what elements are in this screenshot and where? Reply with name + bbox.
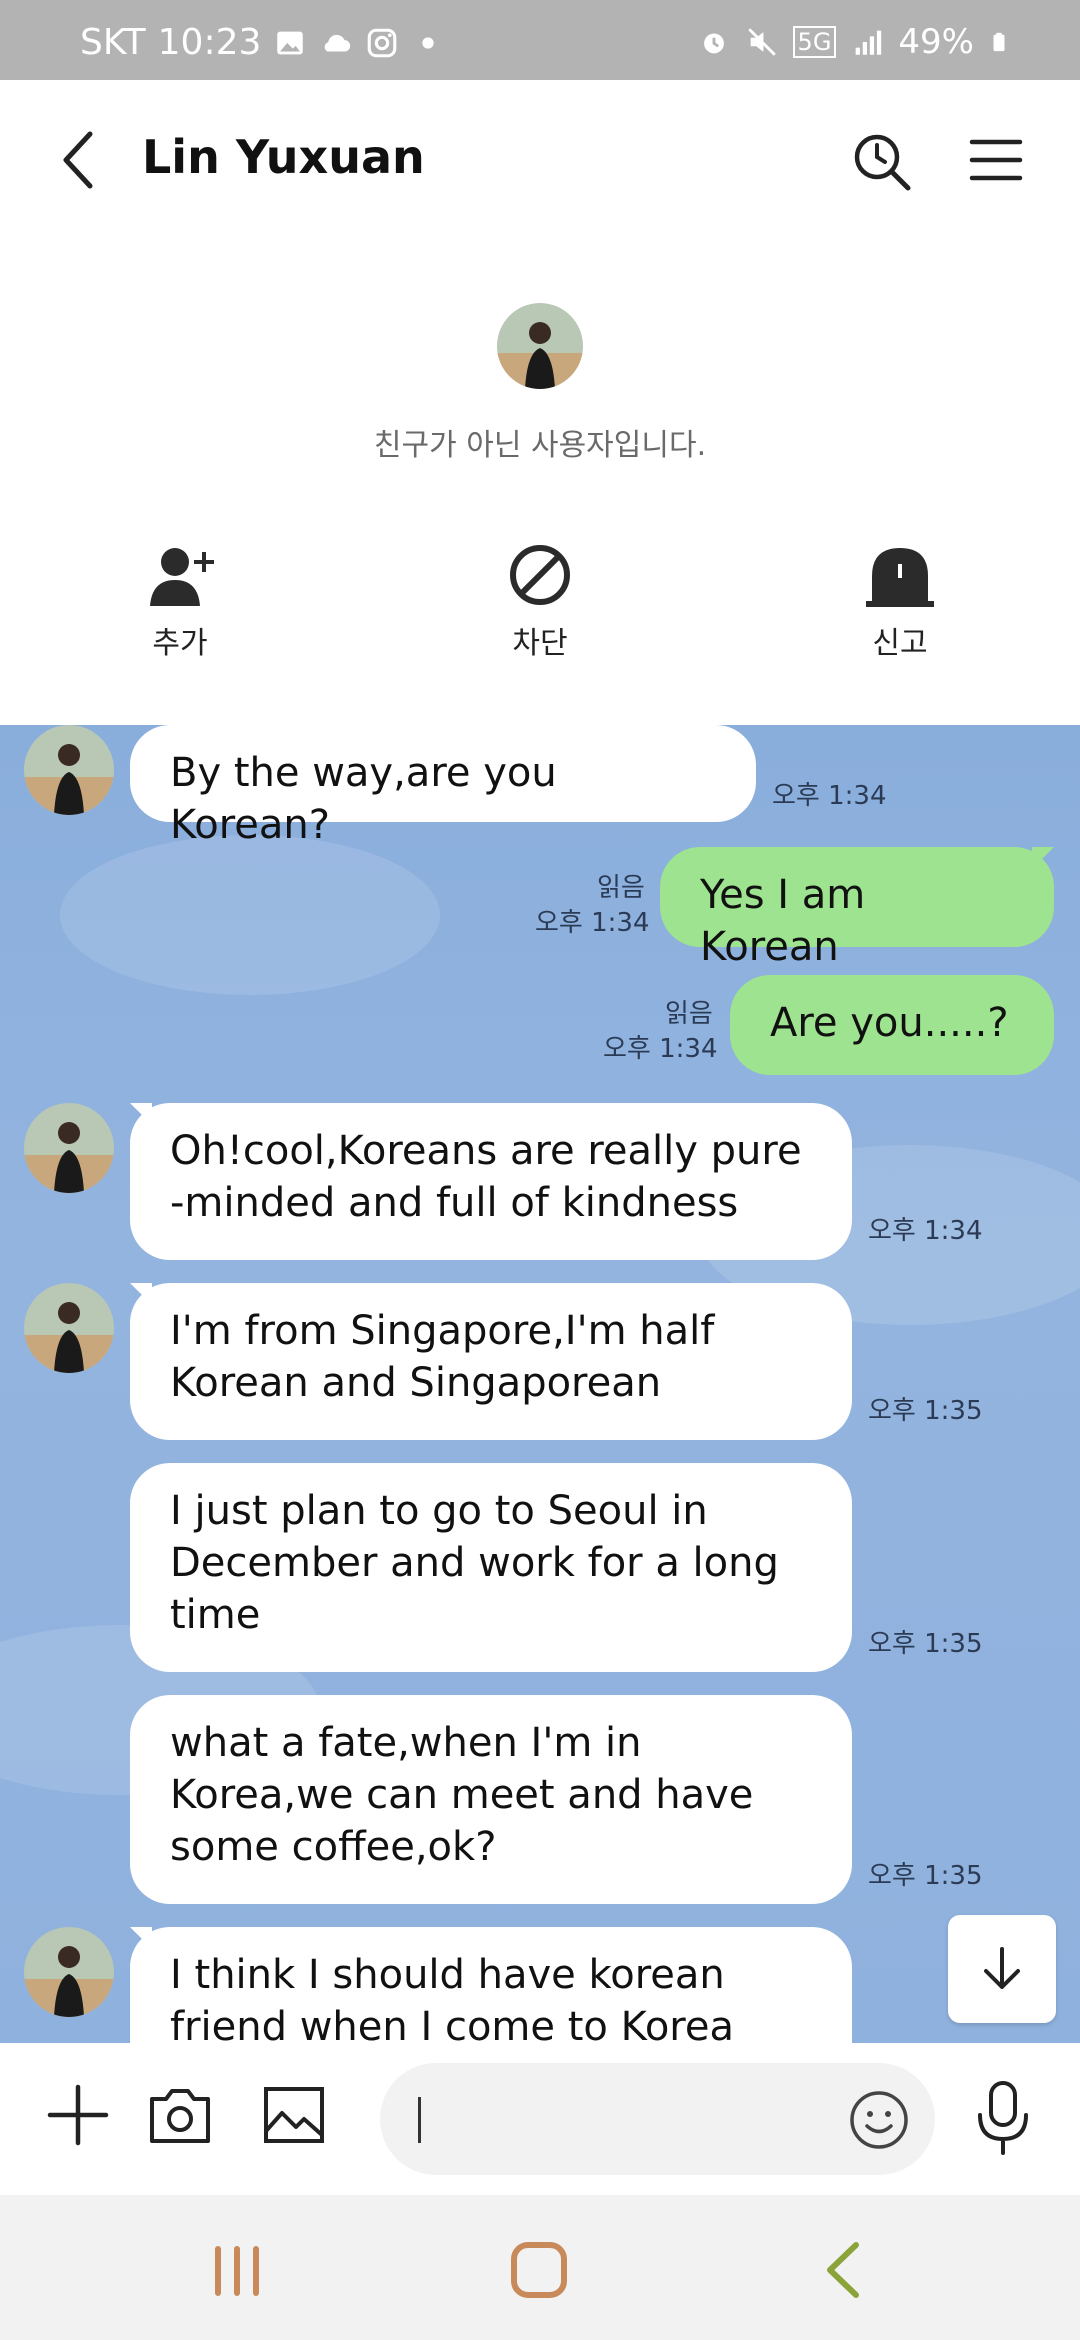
sender-avatar[interactable] <box>24 1927 114 2017</box>
message-time: 오후 1:35 <box>868 1396 983 1426</box>
profile-avatar[interactable] <box>497 303 583 389</box>
profile-section: 친구가 아닌 사용자입니다. 추가 차단 신고 <box>0 250 1080 725</box>
block-icon <box>510 545 570 605</box>
status-bar: SKT 10:23 5G 49% <box>0 0 1080 80</box>
message-time: 오후 1:35 <box>868 1861 983 1891</box>
home-icon[interactable] <box>504 2235 574 2305</box>
chat-header: Lin Yuxuan <box>0 80 1080 250</box>
battery-icon <box>993 32 1005 52</box>
message-text: I just plan to go to Seoul in December a… <box>170 1488 779 1638</box>
message-text: Oh!cool,Koreans are really pure -minded … <box>170 1128 802 1226</box>
back-nav-icon[interactable] <box>808 2235 878 2305</box>
message-bubble-mine[interactable]: Are you.....? <box>730 975 1054 1075</box>
message-text: what a fate,when I'm in Korea,we can mee… <box>170 1720 754 1870</box>
sender-avatar[interactable] <box>24 1283 114 1373</box>
message-time: 오후 1:34 <box>535 908 650 938</box>
search-icon[interactable] <box>850 130 914 194</box>
mute-icon <box>747 28 776 56</box>
status-right: 5G 49% <box>697 22 1010 62</box>
arrow-down-icon <box>984 1947 1020 1989</box>
instagram-icon <box>368 28 397 57</box>
input-bar <box>0 2043 1080 2195</box>
read-receipt: 읽음 <box>665 999 713 1029</box>
message-text: By the way,are you Korean? <box>170 750 557 848</box>
block-button[interactable]: 차단 <box>450 540 630 662</box>
microphone-icon[interactable] <box>968 2077 1038 2157</box>
signal-icon <box>856 30 882 55</box>
chat-title: Lin Yuxuan <box>142 130 425 184</box>
message-text: I'm from Singapore,I'm half Korean and S… <box>170 1308 715 1406</box>
emoji-icon[interactable] <box>848 2089 910 2151</box>
add-friend-icon <box>150 548 214 606</box>
message-bubble[interactable]: what a fate,when I'm in Korea,we can mee… <box>130 1695 852 1904</box>
bubble-tail <box>1032 847 1054 869</box>
plus-icon[interactable] <box>42 2079 114 2151</box>
system-nav-bar <box>0 2195 1080 2340</box>
report-icon <box>866 548 934 607</box>
message-bubble[interactable]: I just plan to go to Seoul in December a… <box>130 1463 852 1672</box>
clock: 10:23 <box>157 22 262 63</box>
message-time: 오후 1:34 <box>603 1034 718 1064</box>
network-label: 5G <box>792 26 837 58</box>
recent-apps-icon[interactable] <box>202 2235 272 2305</box>
report-label: 신고 <box>872 626 928 661</box>
back-icon[interactable] <box>50 120 110 200</box>
message-bubble[interactable]: By the way,are you Korean? <box>130 725 756 848</box>
cloud-icon <box>325 34 351 51</box>
scroll-down-button[interactable] <box>948 1915 1056 2023</box>
carrier-label: SKT <box>80 22 146 63</box>
not-friend-notice: 친구가 아닌 사용자입니다. <box>373 428 707 463</box>
message-text: Yes I am Korean <box>700 872 866 970</box>
message-time: 오후 1:34 <box>868 1216 983 1246</box>
text-caret <box>418 2097 421 2143</box>
battery-label: 49% <box>898 22 974 62</box>
message-bubble[interactable]: I think I should have korean friend when… <box>130 1927 852 2043</box>
camera-icon[interactable] <box>144 2079 216 2151</box>
report-button[interactable]: 신고 <box>810 540 990 662</box>
message-bubble[interactable]: I'm from Singapore,I'm half Korean and S… <box>130 1283 852 1440</box>
message-text: Are you.....? <box>770 1000 1009 1046</box>
message-bubble[interactable]: Oh!cool,Koreans are really pure -minded … <box>130 1103 852 1260</box>
gallery-icon <box>277 31 304 54</box>
status-left: SKT 10:23 <box>80 22 445 63</box>
menu-icon[interactable] <box>968 132 1024 188</box>
add-friend-label: 추가 <box>152 626 208 661</box>
block-label: 차단 <box>512 626 568 661</box>
alarm-icon <box>703 33 724 54</box>
message-time: 오후 1:35 <box>868 1629 983 1659</box>
message-text: I think I should have korean friend when… <box>170 1952 734 2043</box>
image-icon[interactable] <box>258 2079 330 2151</box>
sender-avatar[interactable] <box>24 1103 114 1193</box>
message-time: 오후 1:34 <box>772 781 887 811</box>
background-cloud <box>60 835 440 995</box>
dot-icon <box>422 36 435 49</box>
message-bubble-mine[interactable]: Yes I am Korean <box>660 847 1054 970</box>
add-friend-button[interactable]: 추가 <box>90 540 270 662</box>
read-receipt: 읽음 <box>597 873 645 903</box>
message-input[interactable] <box>380 2063 935 2175</box>
sender-avatar[interactable] <box>24 725 114 815</box>
chat-area[interactable]: By the way,are you Korean? 오후 1:34 읽음 오후… <box>0 725 1080 2043</box>
